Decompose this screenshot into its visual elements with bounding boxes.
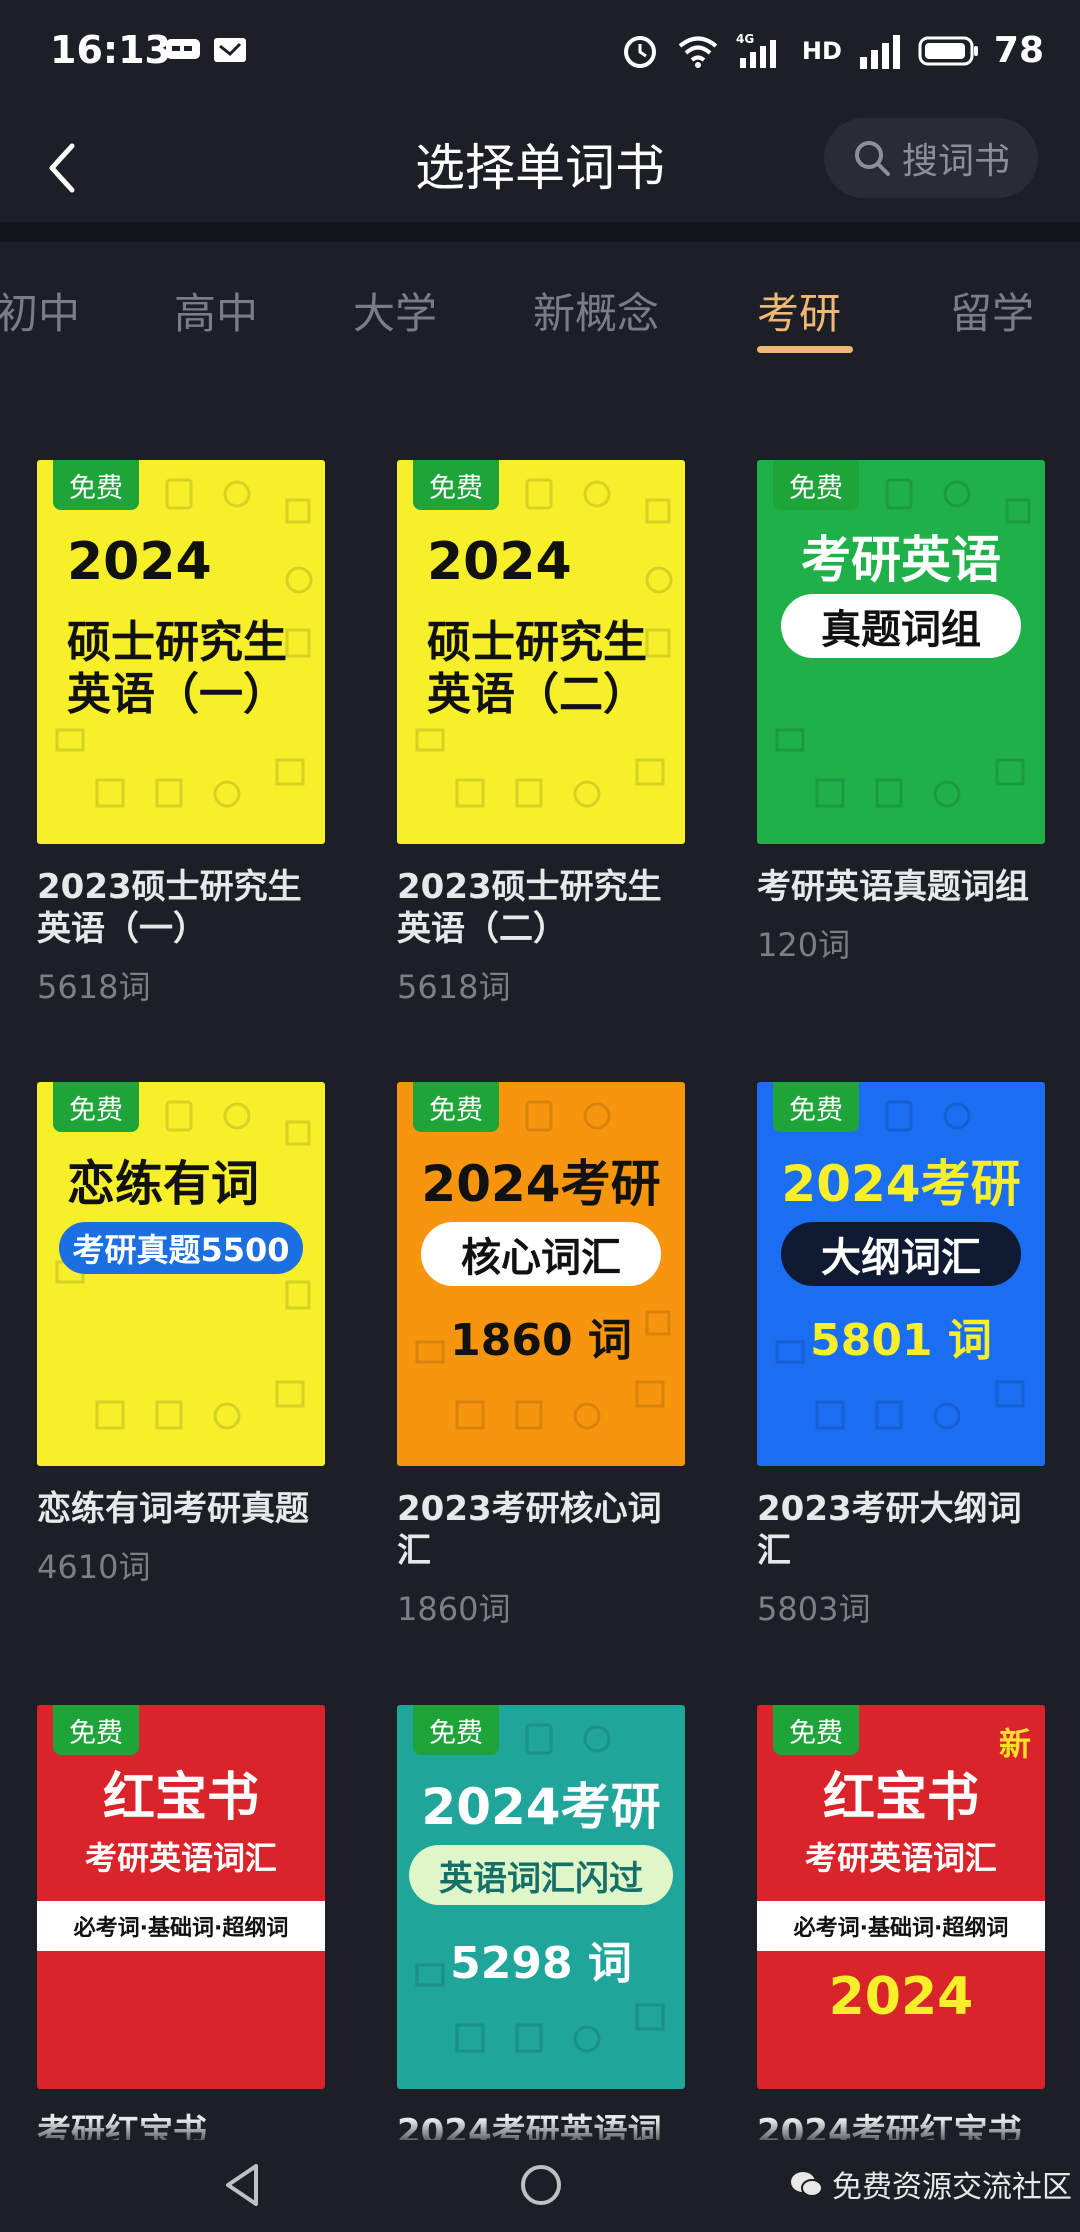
book-cover[interactable]: 免费 2024 硕士研究生 英语（一） (37, 460, 325, 844)
cover-line: 英语（二） (427, 669, 647, 720)
wechat-icon (791, 2172, 823, 2197)
notification-card-icon (166, 39, 200, 59)
word-count: 120词 (757, 926, 851, 964)
cover-pill: 考研真题5500 (59, 1222, 303, 1274)
book-card[interactable]: 免费 2024考研 核心词汇 1860 词 2023考研核心词汇 1860词 (397, 1082, 685, 1630)
nav-back-icon[interactable] (220, 2160, 264, 2210)
tab-new-concept[interactable]: 新概念 (533, 280, 659, 341)
cover-line: 2024 (828, 1967, 974, 2027)
cover-line: 红宝书 (102, 1768, 259, 1828)
cover-line: 2024考研 (781, 1155, 1021, 1213)
status-right: 4G HD 78 (620, 30, 1044, 71)
free-badge: 免费 (773, 460, 859, 510)
book-cover[interactable]: 免费 2024 硕士研究生 英语（二） (397, 460, 685, 844)
book-cover[interactable]: 免费 红宝书 考研英语词汇 必考词·基础词·超纲词 (37, 1705, 325, 2089)
notification-mail-icon (214, 38, 246, 62)
word-count: 1860词 (397, 1590, 511, 1628)
cover-line: 1860 词 (450, 1315, 632, 1366)
cover-line: 5801 词 (810, 1315, 992, 1366)
search-button[interactable]: 搜词书 (824, 118, 1038, 198)
cover-pattern (55, 1100, 311, 1430)
book-card[interactable]: 免费 考研英语 真题词组 考研英语真题词组 120词 (757, 460, 1045, 966)
word-count: 4610词 (37, 1548, 151, 1586)
book-title: 考研英语真题词组 (757, 867, 1029, 907)
tab-senior-high[interactable]: 高中 (174, 280, 258, 341)
cover-band: 必考词·基础词·超纲词 (757, 1901, 1045, 1951)
book-cover[interactable]: 免费 恋练有词 考研真题5500 (37, 1082, 325, 1466)
free-badge: 免费 (413, 1082, 499, 1132)
cover-line: 2024 (427, 532, 572, 592)
book-card[interactable]: 免费 红宝书 考研英语词汇 必考词·基础词·超纲词 考研红宝书 (37, 1705, 325, 2153)
cover-line: 2024 (67, 532, 212, 592)
free-badge: 免费 (53, 460, 139, 510)
cover-pill: 英语词汇闪过 (409, 1845, 673, 1905)
book-title: 2023硕士研究生英语（二） (397, 867, 662, 949)
status-bar: 16:13 4G HD 78 (0, 0, 1080, 110)
active-tab-indicator (757, 346, 853, 353)
book-cover[interactable]: 免费 新 红宝书 考研英语词汇 必考词·基础词·超纲词 2024 (757, 1705, 1045, 2089)
status-time: 16:13 (50, 28, 171, 72)
free-badge: 免费 (53, 1082, 139, 1132)
free-badge: 免费 (413, 460, 499, 510)
cover-line: 红宝书 (822, 1768, 979, 1828)
battery-icon (918, 36, 978, 65)
tab-junior-high[interactable]: 初中 (0, 280, 80, 341)
tab-study-abroad[interactable]: 留学 (950, 280, 1034, 341)
search-icon (854, 141, 890, 176)
book-title: 恋练有词考研真题 (37, 1489, 309, 1529)
cover-line: 2024考研 (421, 1155, 661, 1213)
book-card[interactable]: 免费 恋练有词 考研真题5500 恋练有词考研真题 4610词 (37, 1082, 325, 1588)
cover-pill: 核心词汇 (421, 1222, 661, 1286)
word-count: 5618词 (397, 968, 511, 1006)
nav-home-icon[interactable] (518, 2160, 564, 2210)
hd-label: HD (801, 36, 842, 65)
book-card[interactable]: 免费 2024 硕士研究生 英语（一） 2023硕士研究生英语（一） 5618词 (37, 460, 325, 1008)
wifi-icon (678, 36, 718, 68)
book-card[interactable]: 免费 新 红宝书 考研英语词汇 必考词·基础词·超纲词 2024 2024考研红… (757, 1705, 1045, 2153)
cover-pill: 大纲词汇 (781, 1222, 1021, 1286)
free-badge: 免费 (773, 1705, 859, 1755)
cover-line: 5298 词 (450, 1938, 632, 1989)
book-cover[interactable]: 免费 2024考研 核心词汇 1860 词 (397, 1082, 685, 1466)
cover-line: 考研英语 (801, 531, 1001, 589)
book-card[interactable]: 免费 2024 硕士研究生 英语（二） 2023硕士研究生英语（二） 5618词 (397, 460, 685, 1008)
cover-pill: 真题词组 (781, 594, 1021, 658)
word-count: 5803词 (757, 1590, 871, 1628)
cover-line: 2024考研 (421, 1778, 661, 1836)
book-cover[interactable]: 免费 2024考研 大纲词汇 5801 词 (757, 1082, 1045, 1466)
cover-line: 考研英语词汇 (84, 1839, 277, 1877)
book-title: 2023考研大纲词汇 (757, 1489, 1022, 1571)
app-header: 选择单词书 搜词书 (0, 110, 1080, 230)
alarm-icon (623, 35, 656, 68)
tab-postgrad[interactable]: 考研 (757, 280, 841, 341)
cover-line: 英语（一） (67, 669, 287, 720)
watermark: 免费资源交流社区 (790, 2162, 1072, 2206)
free-badge: 免费 (413, 1705, 499, 1755)
book-cover[interactable]: 免费 考研英语 真题词组 (757, 460, 1045, 844)
header-divider (0, 222, 1080, 242)
cover-band: 必考词·基础词·超纲词 (37, 1901, 325, 1951)
search-label: 搜词书 (901, 141, 1010, 182)
category-tabs: 初中 高中 大学 新概念 考研 留学 (0, 270, 1080, 370)
battery-level: 78 (993, 30, 1044, 71)
book-title: 2023考研核心词汇 (397, 1489, 662, 1571)
cover-line: 恋练有词 (67, 1156, 260, 1212)
cover-line: 考研英语词汇 (804, 1839, 997, 1877)
watermark-text: 免费资源交流社区 (832, 2170, 1072, 2205)
signal-4g-icon: 4G (736, 32, 776, 68)
word-count: 5618词 (37, 968, 151, 1006)
book-title: 2023硕士研究生英语（一） (37, 867, 302, 949)
free-badge: 免费 (53, 1705, 139, 1755)
free-badge: 免费 (773, 1082, 859, 1132)
book-card[interactable]: 免费 2024考研 大纲词汇 5801 词 2023考研大纲词汇 5803词 (757, 1082, 1045, 1630)
tab-university[interactable]: 大学 (353, 280, 437, 341)
network-type-label: 4G (736, 32, 754, 46)
book-card[interactable]: 免费 2024考研 英语词汇闪过 5298 词 2024考研英语词 (397, 1705, 685, 2153)
signal-bars-icon (859, 34, 900, 69)
book-cover[interactable]: 免费 2024考研 英语词汇闪过 5298 词 (397, 1705, 685, 2089)
